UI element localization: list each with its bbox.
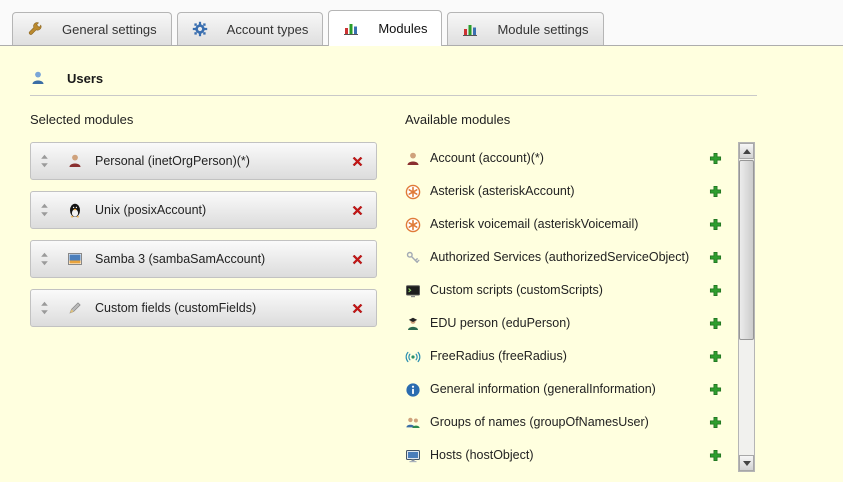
- edu-icon: [405, 316, 421, 332]
- selected-module-custom-fields-customfields[interactable]: Custom fields (customFields): [30, 289, 377, 327]
- selected-modules-column: Selected modules Personal (inetOrgPerson…: [30, 112, 377, 472]
- available-module-custom-scripts-customscripts: Custom scripts (customScripts): [405, 274, 725, 307]
- add-module-button[interactable]: [706, 413, 725, 432]
- selected-module-personal-inetorgperson[interactable]: Personal (inetOrgPerson)(*): [30, 142, 377, 180]
- scroll-thumb[interactable]: [739, 160, 754, 340]
- available-module-asterisk-asteriskaccount: Asterisk (asteriskAccount): [405, 175, 725, 208]
- section-title: Users: [67, 71, 103, 86]
- drag-handle-icon[interactable]: [40, 252, 49, 266]
- scroll-up-button[interactable]: [739, 143, 754, 159]
- drag-handle-icon[interactable]: [40, 203, 49, 217]
- add-module-button[interactable]: [706, 446, 725, 465]
- person-icon: [67, 153, 83, 169]
- tab-module-settings[interactable]: Module settings: [447, 12, 603, 45]
- tab-label: Modules: [378, 21, 427, 36]
- remove-module-button[interactable]: [348, 299, 367, 318]
- selected-module-unix-posixaccount[interactable]: Unix (posixAccount): [30, 191, 377, 229]
- script-icon: [405, 283, 421, 299]
- module-label: Asterisk voicemail (asteriskVoicemail): [430, 217, 698, 233]
- module-label: Authorized Services (authorizedServiceOb…: [430, 250, 698, 266]
- section-divider: [30, 95, 757, 96]
- available-module-freeradius-freeradius: FreeRadius (freeRadius): [405, 340, 725, 373]
- asterisk-icon: [405, 217, 421, 233]
- module-label: Custom fields (customFields): [95, 301, 348, 315]
- available-modules-scrollbar[interactable]: [738, 142, 755, 472]
- selected-modules-heading: Selected modules: [30, 112, 377, 127]
- tab-bar: General settings Account types Modules M…: [0, 0, 843, 46]
- add-module-button[interactable]: [706, 182, 725, 201]
- services-icon: [405, 250, 421, 266]
- module-label: Samba 3 (sambaSamAccount): [95, 252, 348, 266]
- person-icon: [405, 151, 421, 167]
- module-label: General information (generalInformation): [430, 382, 698, 398]
- add-module-button[interactable]: [706, 215, 725, 234]
- gear-icon: [192, 21, 208, 37]
- host-icon: [405, 448, 421, 464]
- available-module-edu-person-eduperson: EDU person (eduPerson): [405, 307, 725, 340]
- tab-label: Module settings: [497, 22, 588, 37]
- user-icon: [30, 70, 46, 86]
- module-label: Groups of names (groupOfNamesUser): [430, 415, 698, 431]
- remove-module-button[interactable]: [348, 201, 367, 220]
- module-label: FreeRadius (freeRadius): [430, 349, 698, 365]
- pencil-icon: [67, 300, 83, 316]
- available-module-hosts-hostobject: Hosts (hostObject): [405, 439, 725, 472]
- radius-icon: [405, 349, 421, 365]
- section-header-users: Users: [30, 70, 843, 86]
- scroll-up-arrow-icon: [743, 149, 751, 154]
- chart-icon: [462, 21, 478, 37]
- scroll-down-arrow-icon: [743, 461, 751, 466]
- modules-tab-content: Users Selected modules Personal (inetOrg…: [0, 46, 843, 472]
- scroll-down-button[interactable]: [739, 455, 754, 471]
- add-module-button[interactable]: [706, 347, 725, 366]
- selected-modules-list: Personal (inetOrgPerson)(*) Unix (posixA…: [30, 142, 377, 327]
- module-label: Custom scripts (customScripts): [430, 283, 698, 299]
- tab-modules[interactable]: Modules: [328, 10, 442, 46]
- available-module-asterisk-voicemail-asteriskvoicemail: Asterisk voicemail (asteriskVoicemail): [405, 208, 725, 241]
- available-modules-column: Available modules Account (account)(*) A…: [405, 112, 755, 472]
- samba-icon: [67, 251, 83, 267]
- group-icon: [405, 415, 421, 431]
- module-label: Unix (posixAccount): [95, 203, 348, 217]
- asterisk-icon: [405, 184, 421, 200]
- tab-label: Account types: [227, 22, 309, 37]
- drag-handle-icon[interactable]: [40, 301, 49, 315]
- lam-config-page: General settings Account types Modules M…: [0, 0, 843, 472]
- available-modules-heading: Available modules: [405, 112, 755, 127]
- available-module-groups-of-names-groupofnamesuser: Groups of names (groupOfNamesUser): [405, 406, 725, 439]
- remove-module-button[interactable]: [348, 152, 367, 171]
- module-label: Hosts (hostObject): [430, 448, 698, 464]
- tab-general-settings[interactable]: General settings: [12, 12, 172, 45]
- selected-module-samba-3-sambasamaccount[interactable]: Samba 3 (sambaSamAccount): [30, 240, 377, 278]
- add-module-button[interactable]: [706, 281, 725, 300]
- add-module-button[interactable]: [706, 149, 725, 168]
- available-module-authorized-services-authorizedserviceobject: Authorized Services (authorizedServiceOb…: [405, 241, 725, 274]
- add-module-button[interactable]: [706, 314, 725, 333]
- module-label: Account (account)(*): [430, 151, 698, 167]
- module-label: Asterisk (asteriskAccount): [430, 184, 698, 200]
- chart-icon: [343, 20, 359, 36]
- tools-icon: [27, 21, 43, 37]
- tab-account-types[interactable]: Account types: [177, 12, 324, 45]
- tux-icon: [67, 202, 83, 218]
- module-label: EDU person (eduPerson): [430, 316, 698, 332]
- available-modules-list: Account (account)(*) Asterisk (asteriskA…: [405, 142, 725, 472]
- tab-label: General settings: [62, 22, 157, 37]
- available-module-account-account: Account (account)(*): [405, 142, 725, 175]
- add-module-button[interactable]: [706, 380, 725, 399]
- remove-module-button[interactable]: [348, 250, 367, 269]
- info-icon: [405, 382, 421, 398]
- add-module-button[interactable]: [706, 248, 725, 267]
- drag-handle-icon[interactable]: [40, 154, 49, 168]
- module-label: Personal (inetOrgPerson)(*): [95, 154, 348, 168]
- available-module-general-information-generalinformation: General information (generalInformation): [405, 373, 725, 406]
